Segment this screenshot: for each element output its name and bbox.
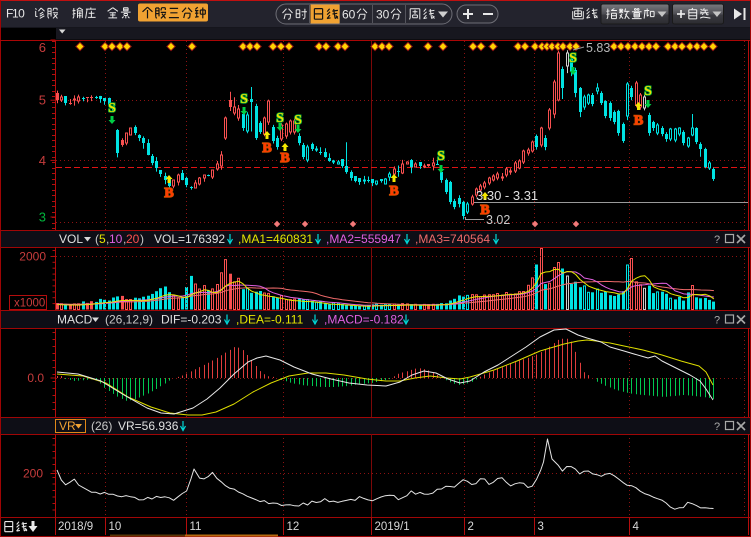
svg-text:B: B (634, 114, 643, 129)
svg-text:VR: VR (59, 419, 76, 433)
svg-text:0.0: 0.0 (27, 371, 44, 385)
svg-text:,MA1=460831: ,MA1=460831 (238, 232, 313, 246)
svg-text:4: 4 (39, 153, 46, 168)
svg-text:B: B (389, 184, 398, 199)
svg-text:5: 5 (39, 93, 46, 108)
svg-text:VOL: VOL (59, 232, 83, 246)
svg-text:(26,12,9): (26,12,9) (105, 313, 153, 327)
svg-text:?: ? (714, 315, 720, 327)
svg-text:S: S (644, 84, 652, 99)
svg-text:5.83: 5.83 (586, 41, 610, 55)
svg-text:,MA3=740564: ,MA3=740564 (415, 232, 490, 246)
svg-text:MACD: MACD (57, 313, 93, 327)
svg-text:3: 3 (538, 521, 544, 533)
svg-text:): ) (140, 232, 144, 246)
svg-text:2018/9: 2018/9 (58, 521, 93, 533)
svg-text:2019/1: 2019/1 (375, 521, 410, 533)
svg-text:(26): (26) (91, 419, 112, 433)
svg-text:0: 0 (18, 7, 25, 21)
svg-text:3.30 - 3.31: 3.30 - 3.31 (476, 188, 538, 203)
svg-text:VR=56.936: VR=56.936 (118, 419, 179, 433)
svg-text:3: 3 (39, 210, 46, 225)
svg-text:B: B (164, 186, 173, 201)
svg-text:B: B (262, 141, 271, 156)
svg-text:?: ? (714, 421, 720, 433)
svg-text:S: S (437, 149, 445, 164)
svg-text:12: 12 (287, 521, 300, 533)
svg-text:200: 200 (23, 467, 43, 481)
svg-text:B: B (280, 151, 289, 166)
svg-text:4: 4 (633, 521, 640, 533)
svg-text:2000: 2000 (19, 250, 46, 264)
svg-text:30: 30 (376, 8, 390, 22)
svg-text:60: 60 (342, 8, 356, 22)
svg-text:5: 5 (99, 232, 106, 246)
svg-text:2: 2 (468, 521, 474, 533)
svg-text:S: S (569, 51, 577, 66)
svg-text:3.02: 3.02 (486, 213, 510, 227)
svg-text:S: S (240, 92, 248, 107)
svg-text:S: S (108, 101, 116, 116)
svg-text:DIF=-0.203: DIF=-0.203 (161, 313, 222, 327)
svg-text:10: 10 (109, 521, 122, 533)
svg-text:,MACD=-0.182: ,MACD=-0.182 (324, 313, 404, 327)
svg-text:,MA2=555947: ,MA2=555947 (326, 232, 401, 246)
svg-text:,DEA=-0.111: ,DEA=-0.111 (236, 313, 304, 327)
svg-text:20: 20 (126, 232, 140, 246)
svg-text:10: 10 (109, 232, 123, 246)
svg-text:x1000: x1000 (14, 298, 45, 310)
svg-text:VOL=176392: VOL=176392 (154, 232, 225, 246)
svg-text:6: 6 (39, 40, 46, 55)
svg-text:?: ? (714, 234, 720, 246)
svg-text:11: 11 (190, 521, 202, 533)
